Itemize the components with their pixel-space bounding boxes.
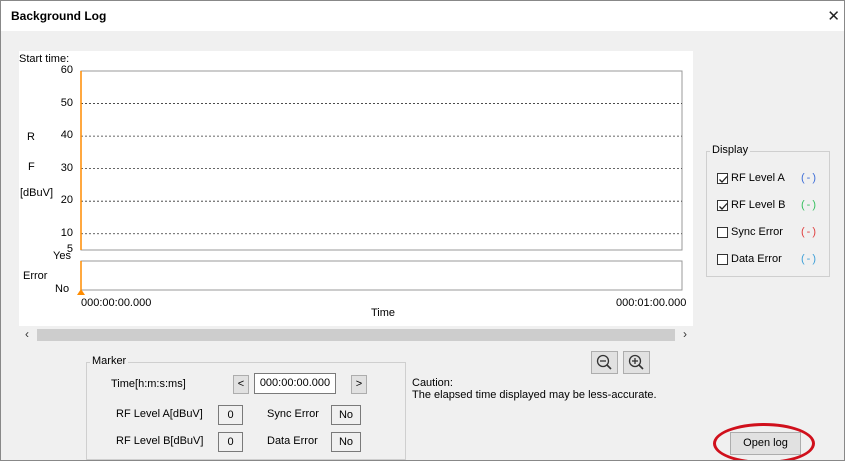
checkmark-icon: [719, 176, 728, 183]
zoom-out-icon: [596, 354, 612, 370]
marker-time-field[interactable]: 000:00:00.000: [254, 373, 336, 394]
y-tick-label: 10: [60, 226, 73, 239]
scrollbar-thumb[interactable]: [37, 329, 675, 341]
display-item-marker: (-): [801, 172, 818, 184]
error-axis-label: Error: [23, 270, 48, 282]
y-tick-label: 30: [60, 161, 73, 174]
marker-time-label: Time[h:m:s:ms]: [111, 378, 186, 390]
display-item-label: RF Level A: [731, 172, 785, 184]
y-tick-label: 40: [60, 129, 73, 142]
rf-level-a-value: 0: [218, 405, 243, 425]
marker-prev-button[interactable]: <: [233, 375, 249, 394]
scroll-right-icon[interactable]: ›: [677, 326, 693, 343]
error-tick-yes: Yes: [53, 250, 71, 262]
display-checkbox[interactable]: [717, 200, 728, 211]
marker-next-button[interactable]: >: [351, 375, 367, 394]
display-group: Display RF Level A (-) RF Level B (-) Sync E…: [706, 144, 830, 277]
display-checkbox[interactable]: [717, 173, 728, 184]
window-title: Background Log: [11, 9, 107, 23]
display-item-label: Data Error: [731, 253, 782, 265]
data-error-value: No: [331, 432, 361, 452]
chart-svg: [77, 70, 683, 295]
chart-panel: Start time: 60 50 40 30 20 10 5 R F [dBuV] Err…: [19, 51, 693, 326]
sync-error-label: Sync Error: [267, 408, 319, 420]
horizontal-scrollbar[interactable]: ‹ ›: [19, 326, 693, 343]
open-log-highlight: [713, 423, 815, 460]
zoom-out-button[interactable]: [591, 351, 618, 374]
zoom-in-icon: [628, 354, 644, 370]
rf-level-a-label: RF Level A[dBuV]: [116, 408, 203, 420]
zoom-in-button[interactable]: [623, 351, 650, 374]
marker-group-label: Marker: [90, 355, 129, 367]
error-tick-no: No: [55, 283, 70, 295]
x-start-label: 000:00:00.000: [81, 297, 152, 309]
background-log-window: Background Log ✕ Start time: 60 50 40 30 20 1…: [0, 0, 845, 461]
display-item[interactable]: Sync Error (-): [717, 226, 825, 240]
display-checkbox[interactable]: [717, 227, 728, 238]
display-checkbox[interactable]: [717, 254, 728, 265]
rf-level-b-value: 0: [218, 432, 243, 452]
y-tick-label: 60: [60, 64, 73, 76]
close-icon[interactable]: ✕: [827, 7, 840, 25]
x-axis-label: Time: [371, 307, 396, 319]
data-error-label: Data Error: [267, 435, 318, 447]
display-item-marker: (-): [801, 253, 818, 265]
y-label-char-2: F: [28, 161, 35, 173]
x-end-label: 000:01:00.000: [616, 297, 687, 309]
scroll-left-icon[interactable]: ‹: [19, 326, 35, 343]
y-tick-label: 50: [60, 96, 73, 109]
display-group-label: Display: [710, 144, 751, 156]
display-item-label: Sync Error: [731, 226, 783, 238]
display-item-marker: (-): [801, 226, 818, 238]
rf-level-b-label: RF Level B[dBuV]: [116, 435, 204, 447]
title-bar: Background Log ✕: [1, 1, 844, 31]
display-item[interactable]: RF Level B (-): [717, 199, 825, 213]
sync-error-value: No: [331, 405, 361, 425]
plot-box: [80, 70, 683, 251]
error-box: [80, 260, 683, 291]
caution-text: The elapsed time displayed may be less-a…: [412, 389, 657, 401]
display-item-label: RF Level B: [731, 199, 786, 211]
caution-title: Caution:: [412, 377, 453, 389]
marker-group: Marker Time[h:m:s:ms] < 000:00:00.000 > …: [86, 355, 406, 460]
y-label-unit: [dBuV]: [20, 187, 54, 199]
checkmark-icon: [719, 203, 728, 210]
display-item[interactable]: RF Level A (-): [717, 172, 825, 186]
y-label-char-1: R: [27, 131, 35, 143]
display-item-marker: (-): [801, 199, 818, 211]
display-item[interactable]: Data Error (-): [717, 253, 825, 267]
